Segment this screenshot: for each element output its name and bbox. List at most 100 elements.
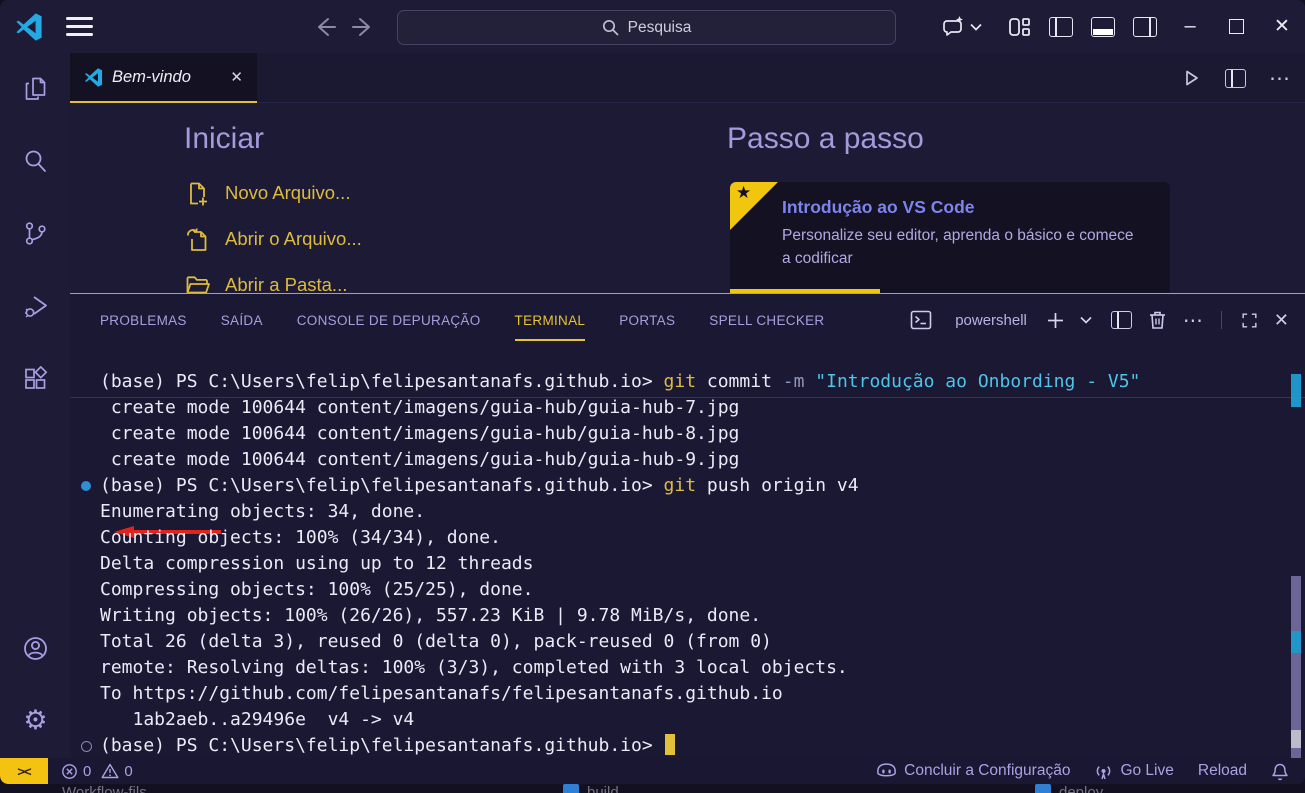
maximize-panel-icon[interactable] bbox=[1240, 311, 1259, 330]
terminal-line: Enumerating objects: 34, done. bbox=[100, 499, 1281, 525]
menu-icon[interactable] bbox=[66, 17, 93, 36]
close-panel-icon[interactable]: ✕ bbox=[1274, 310, 1289, 331]
search-icon[interactable] bbox=[22, 148, 49, 175]
settings-gear-icon[interactable]: ⚙ bbox=[22, 707, 49, 734]
close-button[interactable]: ✕ bbox=[1259, 0, 1305, 53]
split-terminal-icon[interactable] bbox=[1111, 311, 1132, 329]
terminal-output[interactable]: (base) PS C:\Users\felip\felipesantanafs… bbox=[100, 369, 1281, 759]
tab-label: Bem-vindo bbox=[112, 68, 191, 87]
error-count: 0 bbox=[83, 763, 91, 780]
scrollbar-command-marker bbox=[1291, 374, 1301, 407]
panel-tab-problemas[interactable]: PROBLEMAS bbox=[100, 294, 187, 346]
terminal-icon bbox=[909, 308, 933, 332]
search-icon bbox=[602, 19, 619, 36]
copilot-icon[interactable] bbox=[941, 14, 966, 39]
background-logo-fragment bbox=[1035, 784, 1051, 793]
split-editor-icon[interactable] bbox=[1225, 69, 1246, 88]
reload-status-item[interactable]: Reload bbox=[1198, 762, 1247, 780]
run-and-debug-icon[interactable] bbox=[22, 293, 49, 320]
status-bar: >< 0 0 bbox=[0, 758, 1305, 784]
remote-indicator[interactable]: >< bbox=[0, 758, 48, 784]
new-file-icon bbox=[184, 180, 211, 207]
terminal-line: Writing objects: 100% (26/26), 557.23 Ki… bbox=[100, 603, 1281, 629]
panel: PROBLEMAS SAÍDA CONSOLE DE DEPURAÇÃO TER… bbox=[70, 293, 1305, 758]
terminal-line: 1ab2aeb..a29496e v4 -> v4 bbox=[100, 707, 1281, 733]
finish-setup-status-item[interactable]: Concluir a Configuração bbox=[876, 762, 1070, 780]
toggle-panel-icon[interactable] bbox=[1091, 17, 1115, 37]
panel-tab-bar: PROBLEMAS SAÍDA CONSOLE DE DEPURAÇÃO TER… bbox=[100, 294, 825, 346]
welcome-page: Iniciar Novo Arquivo... bbox=[70, 104, 1305, 293]
shell-label[interactable]: powershell bbox=[955, 312, 1027, 329]
toggle-secondary-sidebar-icon[interactable] bbox=[1133, 17, 1157, 37]
go-live-status-item[interactable]: Go Live bbox=[1094, 762, 1173, 781]
account-icon[interactable] bbox=[22, 635, 49, 662]
vscode-window: Workflow-fils build deploy Pesquisa bbox=[0, 0, 1305, 793]
kill-terminal-icon[interactable] bbox=[1147, 309, 1168, 331]
vscode-file-icon bbox=[84, 68, 103, 87]
terminal-line: create mode 100644 content/imagens/guia-… bbox=[100, 421, 1281, 447]
open-folder-label: Abrir a Pasta... bbox=[225, 274, 347, 293]
explorer-icon[interactable] bbox=[22, 75, 49, 102]
maximize-button[interactable] bbox=[1213, 0, 1259, 53]
panel-actions: powershell ⋯ bbox=[909, 294, 1289, 346]
arrow-forward-icon[interactable] bbox=[351, 14, 377, 40]
editor-tab-bar: Bem-vindo ✕ ⋯ bbox=[70, 53, 1305, 103]
terminal-line: Compressing objects: 100% (25/25), done. bbox=[100, 577, 1281, 603]
open-folder-link[interactable]: Abrir a Pasta... bbox=[184, 262, 362, 293]
command-marker-circle bbox=[81, 741, 92, 752]
more-actions-icon[interactable]: ⋯ bbox=[1183, 308, 1203, 333]
customize-layout-icon[interactable] bbox=[1008, 16, 1031, 38]
go-live-label: Go Live bbox=[1120, 762, 1173, 780]
terminal-cursor bbox=[665, 734, 675, 755]
arrow-back-icon[interactable] bbox=[311, 14, 337, 40]
broadcast-icon bbox=[1094, 762, 1113, 781]
tab-bem-vindo[interactable]: Bem-vindo ✕ bbox=[70, 53, 257, 103]
search-input[interactable]: Pesquisa bbox=[397, 10, 896, 45]
title-bar: Pesquisa bbox=[0, 0, 1305, 53]
terminal-line: (base) PS C:\Users\felip\felipesantanafs… bbox=[100, 369, 1281, 395]
panel-tab-terminal[interactable]: TERMINAL bbox=[515, 294, 586, 346]
panel-tab-saida[interactable]: SAÍDA bbox=[221, 294, 263, 346]
terminal-line: Delta compression using up to 12 threads bbox=[100, 551, 1281, 577]
open-file-icon bbox=[184, 226, 211, 253]
background-text-fragment: Workflow-fils bbox=[62, 784, 147, 793]
tab-close-icon[interactable]: ✕ bbox=[230, 68, 243, 86]
minimize-button[interactable]: – bbox=[1167, 0, 1213, 53]
background-text-fragment: build bbox=[563, 784, 619, 793]
new-file-link[interactable]: Novo Arquivo... bbox=[184, 170, 362, 216]
terminal-line: Total 26 (delta 3), reused 0 (delta 0), … bbox=[100, 629, 1281, 655]
star-icon: ★ bbox=[736, 183, 751, 203]
panel-tab-console-de-depuracao[interactable]: CONSOLE DE DEPURAÇÃO bbox=[297, 294, 481, 346]
walkthroughs-heading: Passo a passo bbox=[727, 122, 1247, 156]
background-page-strip: Workflow-fils build deploy bbox=[0, 784, 1305, 793]
open-file-link[interactable]: Abrir o Arquivo... bbox=[184, 216, 362, 262]
notifications-status-item[interactable] bbox=[1271, 762, 1289, 781]
panel-tab-portas[interactable]: PORTAS bbox=[619, 294, 675, 346]
warning-icon bbox=[101, 763, 119, 779]
new-file-label: Novo Arquivo... bbox=[225, 182, 350, 204]
chevron-down-icon[interactable] bbox=[970, 23, 982, 31]
extensions-icon[interactable] bbox=[22, 366, 49, 393]
error-icon bbox=[61, 763, 78, 780]
background-logo-fragment bbox=[563, 784, 579, 793]
start-heading: Iniciar bbox=[184, 122, 362, 156]
problems-status[interactable]: 0 0 bbox=[61, 763, 133, 780]
copilot-face-icon bbox=[876, 762, 897, 780]
bell-icon bbox=[1271, 762, 1289, 781]
toggle-primary-sidebar-icon[interactable] bbox=[1049, 17, 1073, 37]
more-actions-icon[interactable]: ⋯ bbox=[1269, 66, 1291, 91]
source-control-icon[interactable] bbox=[22, 220, 49, 247]
terminal-line: (base) PS C:\Users\felip\felipesantanafs… bbox=[100, 733, 1281, 759]
walkthrough-title: Introdução ao VS Code bbox=[782, 197, 975, 218]
launch-profile-chevron-icon[interactable] bbox=[1080, 316, 1092, 324]
panel-tab-spell-checker[interactable]: SPELL CHECKER bbox=[709, 294, 824, 346]
command-success-dot bbox=[81, 481, 91, 491]
terminal-line: create mode 100644 content/imagens/guia-… bbox=[100, 395, 1281, 421]
run-icon[interactable] bbox=[1180, 67, 1202, 89]
open-file-label: Abrir o Arquivo... bbox=[225, 228, 362, 250]
new-terminal-icon[interactable] bbox=[1046, 311, 1065, 330]
walkthrough-description: Personalize seu editor, aprenda o básico… bbox=[782, 224, 1142, 270]
walkthrough-card[interactable]: ★ Introdução ao VS Code Personalize seu … bbox=[730, 182, 1170, 293]
background-text-fragment: deploy bbox=[1035, 784, 1103, 793]
terminal-line: (base) PS C:\Users\felip\felipesantanafs… bbox=[100, 473, 1281, 499]
